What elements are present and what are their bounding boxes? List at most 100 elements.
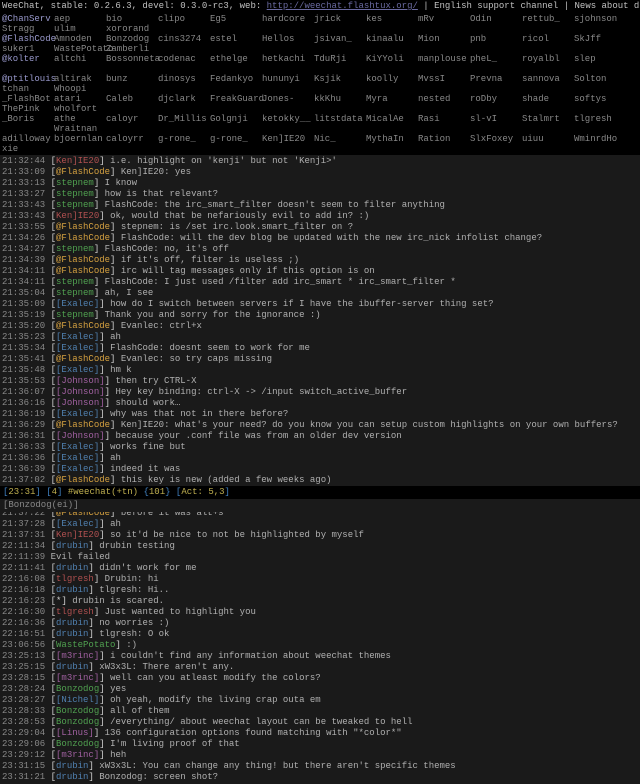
nick-entry[interactable]: aep	[54, 14, 106, 24]
nick-entry[interactable]: ricol	[522, 34, 574, 44]
nick-entry[interactable]: Nic_	[314, 134, 366, 144]
nick-entry[interactable]: kkKhu	[314, 94, 366, 104]
nick-entry[interactable]: shade	[522, 94, 574, 104]
nick-entry[interactable]: jrick	[314, 14, 366, 24]
nick-entry[interactable]: MythaIn	[366, 134, 418, 144]
nick-entry[interactable]: Myra	[366, 94, 418, 104]
nick-entry[interactable]: SlxFoxey	[470, 134, 522, 144]
nick-entry[interactable]: hardcore	[262, 14, 314, 24]
nick-entry[interactable]: Golgnji	[210, 114, 262, 124]
nick-entry[interactable]: WminrdHo	[574, 134, 626, 144]
nick-entry[interactable]: bjoernlan	[54, 134, 106, 144]
nick-entry[interactable]: caloyr	[106, 114, 158, 124]
nick-entry[interactable]: Eg5	[210, 14, 262, 24]
nick-entry[interactable]: g-rone_	[158, 134, 210, 144]
nick-entry[interactable]: Dr_Millis	[158, 114, 210, 124]
nick-entry[interactable]: bunz	[106, 74, 158, 84]
nick-entry[interactable]: Fedankyo	[210, 74, 262, 84]
nick-entry[interactable]: MvssI	[418, 74, 470, 84]
nick-entry[interactable]: FreakGuard	[210, 94, 262, 104]
nick-entry[interactable]: mRv	[418, 14, 470, 24]
input-bar[interactable]: [Bonzodog(ei)]	[0, 499, 640, 512]
nick-entry[interactable]: estel	[210, 34, 262, 44]
nick-entry[interactable]: djclark	[158, 94, 210, 104]
nick-entry[interactable]: ketokky__	[262, 114, 314, 124]
nick-entry[interactable]: kinaalu	[366, 34, 418, 44]
nick-entry[interactable]: Ration	[418, 134, 470, 144]
nick-entry[interactable]: bio	[106, 14, 158, 24]
nick-entry[interactable]: wholfort	[54, 104, 106, 114]
nick-entry[interactable]: sjohnson	[574, 14, 626, 24]
nick-entry[interactable]: slep	[574, 54, 626, 64]
nick-entry[interactable]: roDby	[470, 94, 522, 104]
nick-entry[interactable]: Amnoden	[54, 34, 106, 44]
nick-entry[interactable]: cins3274	[158, 34, 210, 44]
nick-entry[interactable]: dinosys	[158, 74, 210, 84]
nick-entry[interactable]: codenac	[158, 54, 210, 64]
nick-entry[interactable]: TduRji	[314, 54, 366, 64]
nick-entry[interactable]: MicalAe	[366, 114, 418, 124]
nick-entry[interactable]: Ksjik	[314, 74, 366, 84]
nick-entry[interactable]: Mion	[418, 34, 470, 44]
nick-entry[interactable]: caloyrr	[106, 134, 158, 144]
nick-entry[interactable]: rettub_	[522, 14, 574, 24]
nick-entry[interactable]: WastePotato	[54, 44, 106, 54]
nick-entry[interactable]: suker1	[2, 44, 54, 54]
nick-entry[interactable]: tlgresh	[574, 114, 626, 124]
nick-entry[interactable]: royalbl	[522, 54, 574, 64]
nick-entry[interactable]: manplouse	[418, 54, 470, 64]
nick-entry[interactable]: @FlashCode	[2, 34, 54, 44]
chat-line: 21:32:44 [Ken]IE20] i.e. highlight on 'k…	[2, 156, 638, 167]
nick-entry[interactable]: ulim	[54, 24, 106, 34]
nick-entry[interactable]: hetkachi	[262, 54, 314, 64]
nick-entry[interactable]: Stragg	[2, 24, 54, 34]
nick-entry[interactable]: softys	[574, 94, 626, 104]
nick-entry[interactable]: _FlashBot	[2, 94, 54, 104]
nick-entry[interactable]: sannova	[522, 74, 574, 84]
nick-entry[interactable]: Hellos	[262, 34, 314, 44]
chat-line: 23:28:24 [Bonzodog] yes	[2, 684, 638, 695]
nick-entry[interactable]: Wraitnan	[54, 124, 106, 134]
nick-entry[interactable]: athe	[54, 114, 106, 124]
nick-entry[interactable]: pheL_	[470, 54, 522, 64]
nick-entry[interactable]: hununyi	[262, 74, 314, 84]
nick-entry[interactable]: ethelge	[210, 54, 262, 64]
nick-entry[interactable]: atari	[54, 94, 106, 104]
nick-entry[interactable]: altirak	[54, 74, 106, 84]
nick-entry[interactable]: Odin	[470, 14, 522, 24]
nick-entry[interactable]: adilloway	[2, 134, 54, 144]
nick-entry[interactable]: sl-vI	[470, 114, 522, 124]
nick-entry[interactable]: altchi	[54, 54, 106, 64]
nick-entry[interactable]: nested	[418, 94, 470, 104]
nick-entry[interactable]: clipo	[158, 14, 210, 24]
nick-entry[interactable]: @ChanServ	[2, 14, 54, 24]
nick-entry[interactable]: Ken]IE20	[262, 134, 314, 144]
nick-entry[interactable]: Prevna	[470, 74, 522, 84]
nick-entry[interactable]: kes	[366, 14, 418, 24]
nick-entry[interactable]: @kolter	[2, 54, 54, 64]
nick-entry[interactable]: Rasi	[418, 114, 470, 124]
nick-entry[interactable]: Jones-	[262, 94, 314, 104]
link-main[interactable]: http://weechat.flashtux.org/	[267, 1, 418, 11]
nick-entry[interactable]: Bonzodog	[106, 34, 158, 44]
nick-entry[interactable]: koolly	[366, 74, 418, 84]
nick-entry[interactable]: Zamberli	[106, 44, 158, 54]
nick-entry[interactable]: Caleb	[106, 94, 158, 104]
nick-entry[interactable]: g-rone_	[210, 134, 262, 144]
nick-entry[interactable]: Stalmrt	[522, 114, 574, 124]
nick-entry[interactable]: _Boris	[2, 114, 54, 124]
nick-entry[interactable]: Bossonneta	[106, 54, 158, 64]
nick-entry[interactable]: jsivan_	[314, 34, 366, 44]
nick-entry[interactable]: KiYYoli	[366, 54, 418, 64]
nick-entry[interactable]: Whoopi	[54, 84, 106, 94]
nick-entry[interactable]: Solton	[574, 74, 626, 84]
nick-entry[interactable]: pnb	[470, 34, 522, 44]
nick-entry[interactable]: xororand	[106, 24, 158, 34]
nick-entry[interactable]: litstdata	[314, 114, 366, 124]
nick-entry[interactable]: SkJff	[574, 34, 626, 44]
nick-entry[interactable]: tchan	[2, 84, 54, 94]
nick-entry[interactable]: ThePink	[2, 104, 54, 114]
nick-entry[interactable]: uiuu	[522, 134, 574, 144]
nick-entry[interactable]: @ptitlouis	[2, 74, 54, 84]
nick-entry[interactable]: xie	[2, 144, 54, 154]
